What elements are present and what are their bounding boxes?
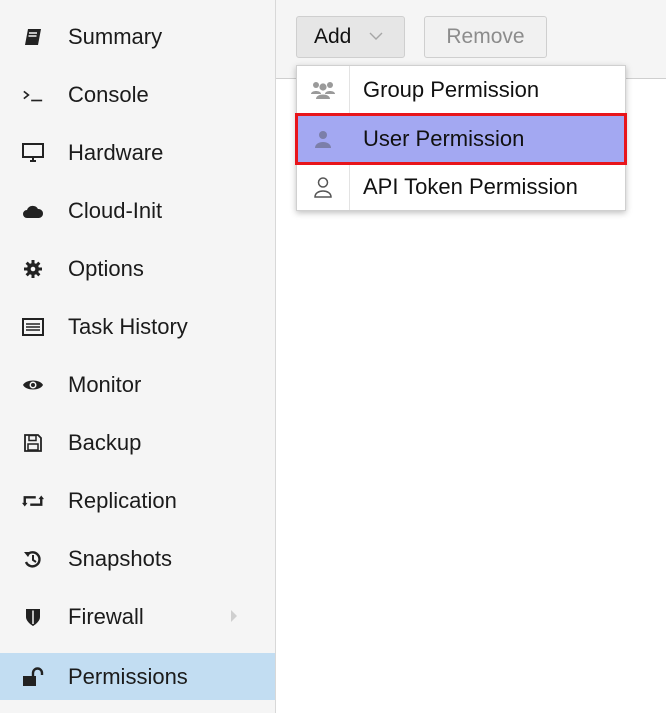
sidebar-item-label: Snapshots xyxy=(68,545,172,571)
shield-icon xyxy=(22,606,44,628)
history-icon xyxy=(22,548,44,570)
sidebar-item-console[interactable]: Console xyxy=(0,71,275,118)
sidebar-item-monitor[interactable]: Monitor xyxy=(0,361,275,408)
sidebar-item-task-history[interactable]: Task History xyxy=(0,303,275,350)
sidebar-item-cloud-init[interactable]: Cloud-Init xyxy=(0,187,275,234)
terminal-icon xyxy=(22,84,44,106)
menu-item-user-permission[interactable]: User Permission xyxy=(295,113,627,165)
retweet-icon xyxy=(22,490,44,512)
add-button[interactable]: Add xyxy=(296,16,405,58)
users-icon xyxy=(310,77,336,103)
user-outline-icon xyxy=(310,174,336,200)
sidebar-item-label: Permissions xyxy=(68,663,188,689)
book-icon xyxy=(22,26,44,48)
chevron-right-icon[interactable] xyxy=(228,607,240,625)
menu-item-label: API Token Permission xyxy=(363,174,578,199)
remove-button[interactable]: Remove xyxy=(424,16,547,58)
sidebar-item-firewall[interactable]: Firewall xyxy=(0,593,275,640)
list-icon xyxy=(22,316,44,338)
sidebar-item-replication[interactable]: Replication xyxy=(0,477,275,524)
sidebar-item-hardware[interactable]: Hardware xyxy=(0,129,275,176)
sidebar-item-label: Monitor xyxy=(68,371,142,397)
sidebar-item-label: Console xyxy=(68,81,149,107)
monitor-icon xyxy=(22,142,44,164)
sidebar-item-summary[interactable]: Summary xyxy=(0,13,275,60)
sidebar-item-label: Options xyxy=(68,255,144,281)
floppy-icon xyxy=(22,432,44,454)
sidebar-item-snapshots[interactable]: Snapshots xyxy=(0,535,275,582)
cloud-icon xyxy=(22,200,44,222)
menu-item-group-permission[interactable]: Group Permission xyxy=(297,66,625,114)
chevron-down-icon xyxy=(369,32,383,40)
remove-button-label: Remove xyxy=(446,25,525,48)
menu-item-label: Group Permission xyxy=(363,77,540,102)
sidebar-item-label: Hardware xyxy=(68,139,164,165)
sidebar-item-label: Cloud-Init xyxy=(68,197,163,223)
sidebar-item-options[interactable]: Options xyxy=(0,245,275,292)
menu-item-api-token-permission[interactable]: API Token Permission xyxy=(297,163,625,211)
add-dropdown-menu: Group Permission User Permission API Tok… xyxy=(295,65,627,211)
sidebar-item-label: Backup xyxy=(68,429,142,455)
sidebar-item-permissions[interactable]: Permissions xyxy=(0,653,275,700)
sidebar-item-backup[interactable]: Backup xyxy=(0,419,275,466)
unlock-icon xyxy=(22,666,44,688)
sidebar-item-label: Summary xyxy=(68,23,163,49)
add-button-label: Add xyxy=(314,25,352,48)
user-icon xyxy=(310,126,336,152)
gear-icon xyxy=(22,258,44,280)
sidebar-item-label: Firewall xyxy=(68,603,144,629)
sidebar: Summary Console Hardware Cloud-Init Opti… xyxy=(0,0,276,713)
sidebar-item-label: Task History xyxy=(68,313,188,339)
eye-icon xyxy=(22,374,44,396)
menu-item-label: User Permission xyxy=(363,126,525,151)
sidebar-item-label: Replication xyxy=(68,487,177,513)
